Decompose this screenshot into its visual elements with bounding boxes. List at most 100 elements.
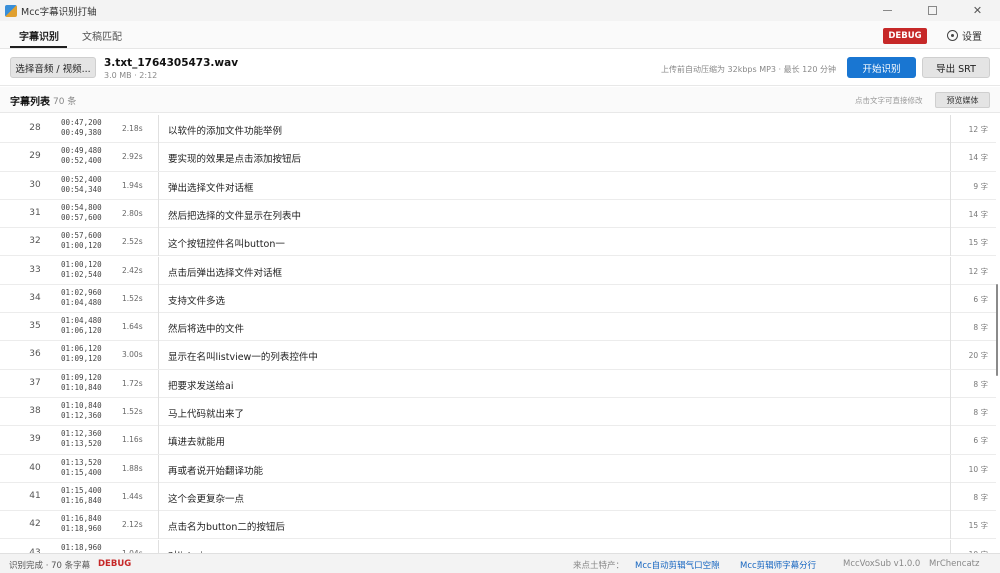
row-duration: 2.12s: [122, 520, 143, 530]
end-time: 01:16,840: [61, 495, 102, 505]
start-time: 00:47,200: [61, 118, 102, 127]
minimize-icon[interactable]: [865, 0, 910, 21]
row-timecode: 01:02,960 01:04,480: [61, 288, 102, 308]
subtitle-text-field[interactable]: 显示在名叫listview一的列表控件中: [158, 341, 951, 370]
start-time: 01:13,520: [61, 457, 102, 467]
table-row[interactable]: 34 01:02,960 01:04,480 1.52s 支持文件多选 6 字: [0, 284, 996, 314]
settings-button[interactable]: 设置: [947, 28, 982, 43]
table-row[interactable]: 28 00:47,200 00:49,380 2.18s 以软件的添加文件功能举例 12 …: [0, 115, 996, 144]
row-index: 33: [29, 264, 41, 275]
promo-link-auto-cut[interactable]: Mcc自动剪辑气口空隙: [635, 559, 720, 571]
status-text: 识别完成 · 70 条字幕: [9, 561, 91, 571]
list-title: 字幕列表: [10, 97, 50, 108]
subtitle-text-field[interactable]: 点击名为button二的按钮后: [158, 511, 951, 540]
row-char-count: 12 字: [968, 266, 988, 276]
end-time: 00:57,600: [61, 212, 102, 222]
subtitle-text-field[interactable]: 然后把选择的文件显示在列表中: [158, 199, 951, 228]
promo-link-subtitle-split[interactable]: Mcc剪辑师字幕分行: [740, 559, 816, 571]
start-recognition-button[interactable]: 开始识别: [847, 57, 916, 78]
start-time: 01:18,960: [61, 542, 102, 552]
end-time: 01:00,120: [61, 241, 102, 251]
table-row[interactable]: 36 01:06,120 01:09,120 3.00s 显示在名叫listview一的…: [0, 341, 996, 370]
upload-note: 上传前自动压缩为 32kbps MP3 · 最长 120 分钟: [660, 65, 836, 74]
subtitle-text-field[interactable]: 对list view: [158, 539, 951, 553]
subtitle-text-field[interactable]: 这个会更复杂一点: [158, 482, 951, 511]
start-time: 00:49,480: [61, 146, 102, 156]
row-timecode: 01:06,120 01:09,120: [61, 344, 102, 364]
promo-label: 来点土特产：: [573, 561, 625, 571]
file-meta: 3.0 MB · 2:12: [104, 71, 158, 80]
app-logo-icon: [5, 4, 17, 17]
table-row[interactable]: 37 01:09,120 01:10,840 1.72s 把要求发送给ai 8 字: [0, 369, 996, 398]
subtitle-text-field[interactable]: 弹出选择文件对话框: [158, 171, 951, 200]
tab-bar: 字幕识别 文稿匹配 DEBUG 设置: [0, 21, 1000, 49]
table-row[interactable]: 42 01:16,840 01:18,960 2.12s 点击名为button二的按钮后…: [0, 511, 996, 540]
tab-subtitle-recognition[interactable]: 字幕识别: [19, 28, 59, 43]
end-time: 01:10,840: [61, 382, 102, 392]
scrollbar[interactable]: [996, 284, 998, 376]
window-controls: ✕: [865, 0, 1000, 21]
table-row[interactable]: 41 01:15,400 01:16,840 1.44s 这个会更复杂一点 8 字: [0, 482, 996, 512]
row-char-count: 12 字: [968, 125, 988, 134]
table-row[interactable]: 30 00:52,400 00:54,340 1.94s 弹出选择文件对话框 9 字: [0, 171, 996, 200]
row-duration: 1.64s: [122, 322, 143, 332]
debug-badge: DEBUG: [883, 28, 927, 44]
subtitle-text-field[interactable]: 支持文件多选: [158, 284, 951, 313]
preview-media-button[interactable]: 预览媒体: [935, 92, 990, 108]
author-label: MrChencatz: [929, 559, 980, 569]
export-srt-button[interactable]: 导出 SRT: [922, 57, 990, 78]
row-char-count: 14 字: [968, 209, 988, 219]
start-time: 00:52,400: [61, 174, 102, 184]
close-icon[interactable]: ✕: [955, 0, 1000, 21]
subtitle-text-field[interactable]: 然后将选中的文件: [158, 313, 951, 342]
row-timecode: 01:10,840 01:12,360: [61, 401, 102, 421]
table-row[interactable]: 39 01:12,360 01:13,520 1.16s 填进去就能用 6 字: [0, 426, 996, 455]
row-char-count: 10 字: [968, 464, 988, 474]
row-index: 29: [29, 151, 41, 162]
row-char-count: 9 字: [973, 181, 988, 191]
subtitle-text-field[interactable]: 填进去就能用: [158, 426, 951, 455]
row-timecode: 01:09,120 01:10,840: [61, 373, 102, 393]
row-duration: 3.00s: [122, 350, 143, 360]
subtitle-text-field[interactable]: 再或者说开始翻译功能: [158, 454, 951, 483]
settings-label: 设置: [962, 32, 982, 43]
table-row[interactable]: 31 00:54,800 00:57,600 2.80s 然后把选择的文件显示在列表中 1…: [0, 199, 996, 229]
row-duration: 2.42s: [122, 265, 143, 275]
row-timecode: 01:12,360 01:13,520: [61, 429, 102, 449]
table-row[interactable]: 35 01:04,480 01:06,120 1.64s 然后将选中的文件 8 字: [0, 313, 996, 342]
subtitle-text-field[interactable]: 把要求发送给ai: [158, 369, 951, 398]
start-time: 00:57,600: [61, 231, 102, 241]
table-row[interactable]: 33 01:00,120 01:02,540 2.42s 点击后弹出选择文件对话框 12 …: [0, 256, 996, 285]
table-row[interactable]: 40 01:13,520 01:15,400 1.88s 再或者说开始翻译功能 10 字: [0, 454, 996, 483]
start-time: 01:04,480: [61, 316, 102, 326]
row-duration: 1.52s: [122, 407, 143, 416]
table-row[interactable]: 29 00:49,480 00:52,400 2.92s 要实现的效果是点击添加按钮后 1…: [0, 143, 996, 172]
window-title: Mcc字幕识别打轴: [21, 6, 97, 18]
row-duration: 2.52s: [122, 237, 143, 247]
start-time: 01:00,120: [61, 259, 102, 269]
start-time: 01:12,360: [61, 429, 102, 439]
subtitle-text-field[interactable]: 马上代码就出来了: [158, 398, 951, 426]
row-duration: 1.44s: [122, 491, 143, 501]
list-count: 70 条: [53, 97, 77, 107]
subtitle-list: 28 00:47,200 00:49,380 2.18s 以软件的添加文件功能举例 12 …: [0, 115, 996, 553]
subtitle-text-field[interactable]: 以软件的添加文件功能举例: [158, 115, 951, 143]
table-row[interactable]: 4301:18,9601.04s对list view10 字: [0, 539, 996, 553]
file-toolbar: 选择音频 / 视频... 3.txt_1764305473.wav 3.0 MB…: [0, 50, 1000, 86]
row-duration: 1.88s: [122, 463, 143, 473]
row-duration: 2.18s: [122, 124, 143, 133]
row-index: 42: [29, 519, 41, 530]
row-duration: 2.92s: [122, 152, 143, 162]
tab-script-matching[interactable]: 文稿匹配: [82, 28, 122, 43]
subtitle-text-field[interactable]: 这个按钮控件名叫button一: [158, 228, 951, 257]
row-char-count: 8 字: [973, 408, 988, 417]
row-duration: 1.94s: [122, 180, 143, 190]
start-time: 00:54,800: [61, 202, 102, 212]
select-media-button[interactable]: 选择音频 / 视频...: [10, 57, 96, 78]
subtitle-text-field[interactable]: 点击后弹出选择文件对话框: [158, 256, 951, 285]
table-row[interactable]: 38 01:10,840 01:12,360 1.52s 马上代码就出来了 8 字: [0, 398, 996, 427]
subtitle-text-field[interactable]: 要实现的效果是点击添加按钮后: [158, 143, 951, 172]
maximize-icon[interactable]: [910, 0, 955, 21]
table-row[interactable]: 32 00:57,600 01:00,120 2.52s 这个按钮控件名叫button一…: [0, 228, 996, 257]
gear-icon: [947, 30, 958, 41]
